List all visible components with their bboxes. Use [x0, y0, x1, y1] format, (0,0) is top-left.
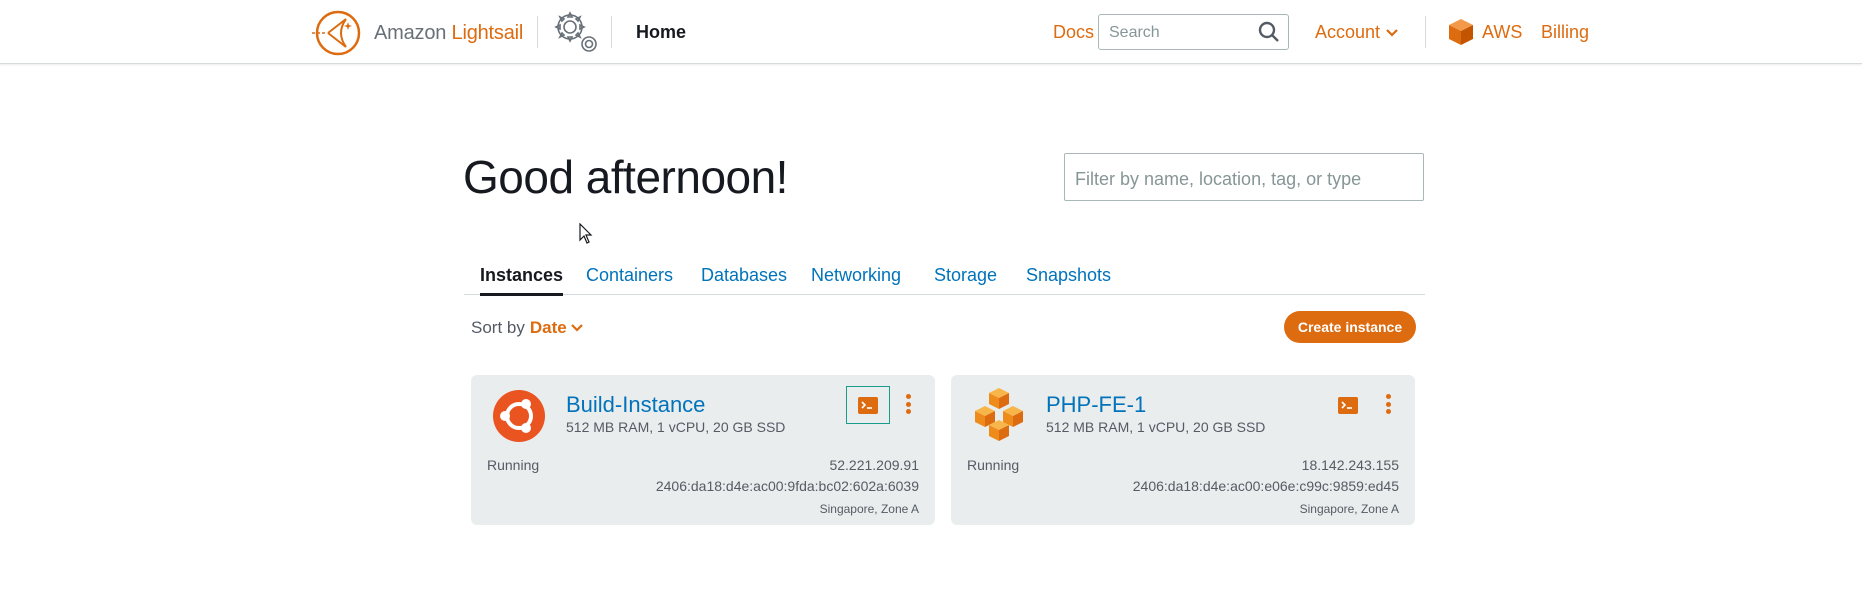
- create-instance-button[interactable]: Create instance: [1284, 311, 1416, 343]
- sort-control: Sort by Date: [471, 318, 583, 338]
- account-menu[interactable]: Account: [1315, 22, 1398, 43]
- settings-gears-icon[interactable]: [551, 9, 601, 60]
- instance-ipv6: 2406:da18:d4e:ac00:9fda:bc02:602a:6039: [655, 478, 919, 494]
- resource-filter[interactable]: [1064, 153, 1424, 201]
- sort-label: Sort by: [471, 318, 525, 337]
- nav-divider: [537, 16, 538, 48]
- terminal-icon: [1338, 396, 1358, 414]
- account-label: Account: [1315, 22, 1381, 42]
- terminal-icon: [858, 396, 878, 414]
- instance-ipv6: 2406:da18:d4e:ac00:e06e:c99c:9859:ed45: [1132, 478, 1399, 494]
- header-search[interactable]: [1098, 14, 1289, 50]
- nav-divider: [611, 16, 612, 48]
- search-icon[interactable]: [1258, 21, 1280, 48]
- lightsail-logo-link[interactable]: Amazon Lightsail: [310, 10, 523, 56]
- brand-amazon: Amazon: [374, 21, 447, 44]
- sort-value: Date: [529, 318, 567, 337]
- tab-storage[interactable]: Storage: [934, 265, 997, 286]
- aws-label: AWS: [1482, 21, 1523, 42]
- docs-link[interactable]: Docs: [1053, 22, 1094, 43]
- instance-actions-menu[interactable]: [1380, 391, 1396, 417]
- billing-link[interactable]: Billing: [1541, 22, 1589, 43]
- instance-state: Running: [967, 457, 1020, 473]
- instance-ipv4: 52.221.209.91: [829, 457, 919, 473]
- tab-networking[interactable]: Networking: [811, 265, 901, 286]
- instance-specs: 512 MB RAM, 1 vCPU, 20 GB SSD: [566, 419, 786, 435]
- ssh-connect-button[interactable]: [1326, 386, 1370, 424]
- aws-cube-icon: [1449, 19, 1473, 45]
- instance-card: PHP-FE-1 512 MB RAM, 1 vCPU, 20 GB SSD R…: [951, 375, 1415, 525]
- instance-card: Build-Instance 512 MB RAM, 1 vCPU, 20 GB…: [471, 375, 935, 525]
- nav-divider: [1425, 16, 1426, 48]
- instance-ipv4: 18.142.243.155: [1301, 457, 1399, 473]
- sort-dropdown[interactable]: Date: [530, 318, 583, 338]
- tab-databases[interactable]: Databases: [701, 265, 787, 286]
- brand-lightsail: Lightsail: [451, 21, 524, 44]
- ssh-connect-button[interactable]: [846, 386, 890, 424]
- tab-containers[interactable]: Containers: [586, 265, 673, 286]
- instance-zone: Singapore, Zone A: [1299, 502, 1399, 516]
- instance-state: Running: [487, 457, 540, 473]
- tab-instances[interactable]: Instances: [480, 265, 564, 296]
- instance-name-link[interactable]: Build-Instance: [566, 392, 705, 418]
- chevron-down-icon: [570, 324, 583, 332]
- home-link[interactable]: Home: [636, 22, 686, 43]
- mouse-cursor-icon: [579, 223, 593, 244]
- resource-filter-input[interactable]: [1073, 166, 1417, 192]
- top-nav: Amazon Lightsail Home Docs Account: [0, 0, 1862, 64]
- instance-name-link[interactable]: PHP-FE-1: [1046, 392, 1146, 418]
- chevron-down-icon: [1386, 28, 1398, 37]
- aws-console-link[interactable]: AWS: [1448, 18, 1522, 46]
- php-stack-icon: [971, 386, 1027, 449]
- header-search-input[interactable]: [1107, 21, 1251, 45]
- instance-specs: 512 MB RAM, 1 vCPU, 20 GB SSD: [1046, 419, 1266, 435]
- brand-name: Amazon Lightsail: [374, 22, 523, 45]
- greeting-heading: Good afternoon!: [463, 151, 788, 203]
- tab-snapshots[interactable]: Snapshots: [1026, 265, 1111, 286]
- lightsail-logo-icon: [312, 10, 361, 56]
- ubuntu-icon: [492, 389, 546, 448]
- instance-zone: Singapore, Zone A: [819, 502, 919, 516]
- instance-actions-menu[interactable]: [900, 391, 916, 417]
- resource-tabs: Instances Containers Databases Networkin…: [464, 259, 1425, 296]
